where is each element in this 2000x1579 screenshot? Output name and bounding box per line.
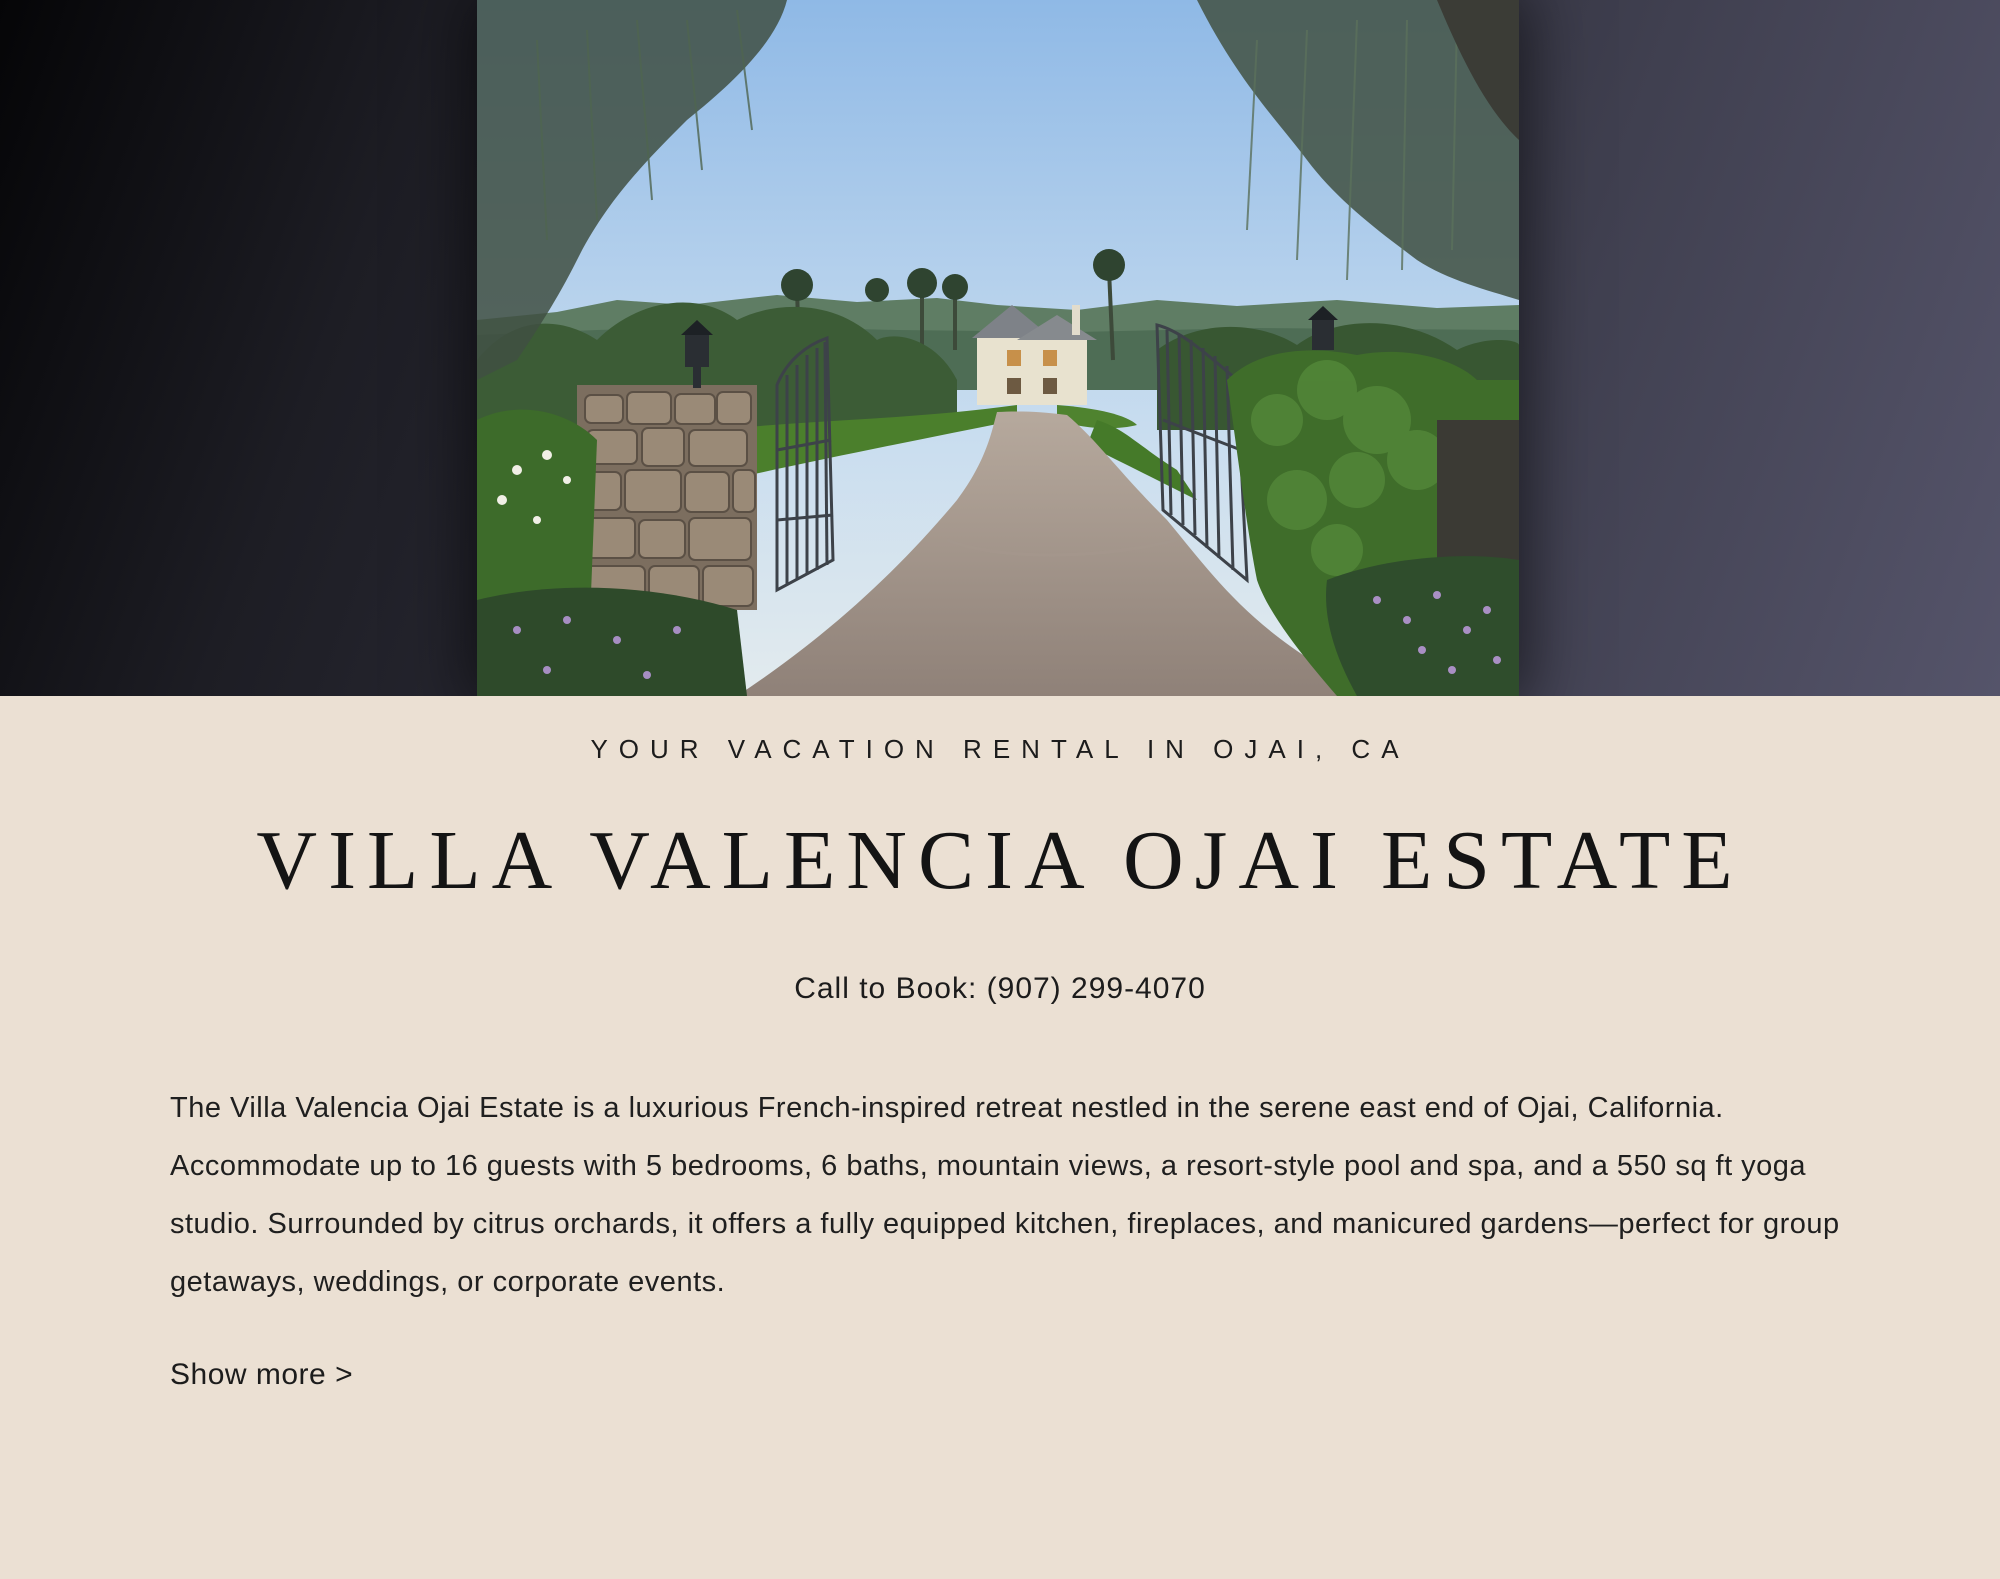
- listing-section: YOUR VACATION RENTAL IN OJAI, CA VILLA V…: [0, 696, 2000, 1579]
- phone-number-link[interactable]: (907) 299-4070: [987, 972, 1206, 1005]
- call-to-book: Call to Book: (907) 299-4070: [0, 972, 2000, 1006]
- phone-label: Call to Book:: [794, 972, 978, 1005]
- hero-section: [0, 0, 2000, 696]
- location-eyebrow: YOUR VACATION RENTAL IN OJAI, CA: [590, 734, 1410, 764]
- hero-photo: [477, 0, 1519, 696]
- show-more-link[interactable]: Show more >: [170, 1358, 353, 1392]
- listing-description: The Villa Valencia Ojai Estate is a luxu…: [170, 1092, 1840, 1298]
- page-title: VILLA VALENCIA OJAI ESTATE: [256, 814, 1744, 907]
